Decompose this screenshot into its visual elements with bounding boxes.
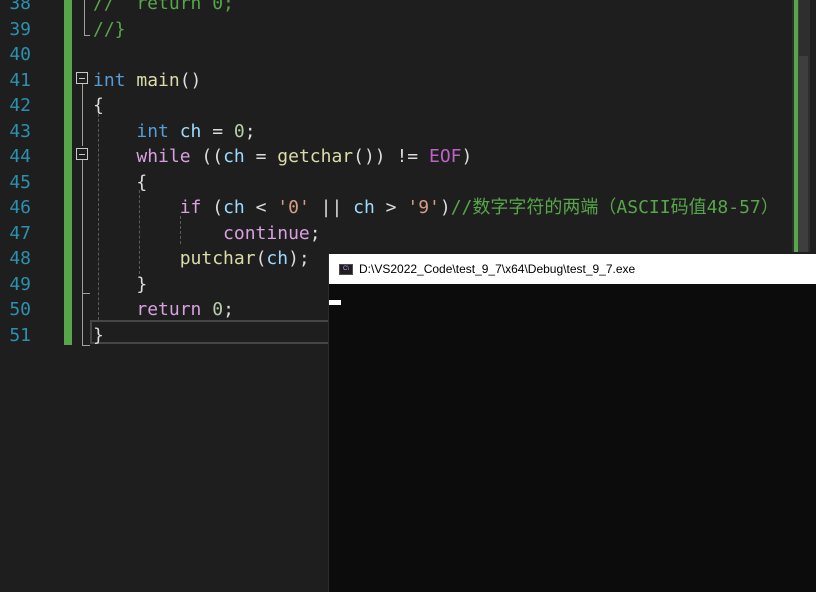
- fold-line: [84, 0, 85, 35]
- line-number: 42: [9, 95, 31, 116]
- code-token: >: [374, 197, 408, 218]
- code-token: if: [179, 197, 202, 218]
- code-token: (): [179, 69, 202, 91]
- line-number: 46: [9, 197, 31, 218]
- code-line[interactable]: {: [93, 93, 104, 119]
- code-token: (: [255, 248, 267, 269]
- code-token: '9': [407, 197, 440, 218]
- code-token: );: [288, 248, 310, 269]
- console-title-bar[interactable]: C\ D:\VS2022_Code\test_9_7\x64\Debug\tes…: [329, 254, 816, 284]
- code-token: main: [136, 69, 180, 91]
- code-token: 0: [212, 299, 224, 320]
- code-token: // return 0;: [93, 0, 234, 14]
- collapse-main-button[interactable]: [76, 72, 88, 84]
- code-line[interactable]: while ((ch = getchar()) != EOF): [93, 144, 472, 170]
- code-token: int: [136, 120, 169, 142]
- code-token: ch: [266, 248, 289, 269]
- fold-line: [82, 84, 83, 146]
- code-token: while: [136, 146, 191, 167]
- code-token: putchar: [179, 248, 256, 269]
- code-line[interactable]: //}: [93, 17, 126, 43]
- code-token: EOF: [428, 146, 462, 167]
- change-marker-bar: [64, 0, 72, 345]
- code-token: ;: [223, 299, 234, 320]
- code-token: getchar: [277, 146, 354, 167]
- code-token: (: [201, 197, 224, 218]
- code-token: <: [244, 197, 278, 218]
- code-token: //数字字符的两端（ASCII码值48-57）: [450, 197, 779, 218]
- code-token: ()) !=: [353, 146, 429, 167]
- fold-line-end: [82, 293, 90, 294]
- code-token: ch: [223, 146, 245, 167]
- vertical-scrollbar[interactable]: [792, 0, 810, 252]
- code-line[interactable]: {: [93, 170, 147, 196]
- line-number: 49: [9, 273, 31, 295]
- code-token: continue: [223, 222, 310, 244]
- current-line-highlight: [90, 320, 330, 344]
- code-token: =: [201, 120, 234, 142]
- code-token: }: [93, 273, 148, 295]
- code-line[interactable]: return 0;: [93, 297, 234, 323]
- console-window[interactable]: C\ D:\VS2022_Code\test_9_7\x64\Debug\tes…: [328, 254, 816, 592]
- code-token: }: [93, 324, 104, 346]
- console-cursor: [329, 300, 341, 305]
- code-token: 0: [233, 120, 245, 142]
- code-line[interactable]: }: [93, 323, 104, 349]
- line-number: 45: [9, 171, 31, 193]
- console-output[interactable]: [329, 284, 816, 592]
- code-line[interactable]: // return 0;: [93, 0, 234, 17]
- code-token: =: [244, 146, 278, 167]
- code-line[interactable]: if (ch < '0' || ch > '9')//数字字符的两端（ASCII…: [93, 195, 779, 221]
- console-app-icon: C\: [339, 263, 353, 275]
- collapse-while-button[interactable]: [76, 148, 88, 160]
- code-line[interactable]: int ch = 0;: [93, 119, 256, 145]
- code-token: ch: [223, 197, 245, 218]
- code-token: ): [461, 146, 473, 167]
- code-line[interactable]: int main(): [93, 68, 201, 94]
- line-number: 38: [9, 0, 31, 14]
- fold-line: [82, 160, 83, 345]
- code-line[interactable]: continue;: [93, 221, 321, 247]
- line-number: 47: [9, 222, 31, 244]
- line-number: 40: [9, 44, 31, 65]
- code-token: '0': [277, 197, 310, 218]
- fold-line-end: [84, 35, 90, 36]
- console-title: D:\VS2022_Code\test_9_7\x64\Debug\test_9…: [359, 262, 636, 276]
- code-token: ;: [309, 222, 321, 244]
- code-token: {: [93, 171, 148, 193]
- line-number: 39: [9, 18, 31, 40]
- code-token: return: [136, 299, 202, 320]
- code-line[interactable]: }: [93, 272, 147, 298]
- code-token: ch: [353, 197, 375, 218]
- line-number: 51: [9, 324, 31, 346]
- code-token: ch: [179, 120, 202, 142]
- fold-line-end: [82, 345, 90, 346]
- code-line[interactable]: putchar(ch);: [93, 246, 310, 272]
- code-token: {: [93, 95, 104, 116]
- code-token: ): [439, 197, 451, 218]
- line-number: 50: [9, 299, 31, 320]
- line-number: 48: [9, 248, 31, 269]
- code-token: ||: [309, 197, 354, 218]
- line-number: 41: [9, 69, 31, 91]
- line-number: 44: [9, 146, 31, 167]
- line-number: 43: [9, 120, 31, 142]
- code-token: ;: [244, 120, 256, 142]
- code-token: ((: [190, 146, 224, 167]
- code-token: int: [93, 69, 126, 91]
- scrollbar-thumb[interactable]: [798, 56, 808, 252]
- code-token: //}: [93, 18, 126, 40]
